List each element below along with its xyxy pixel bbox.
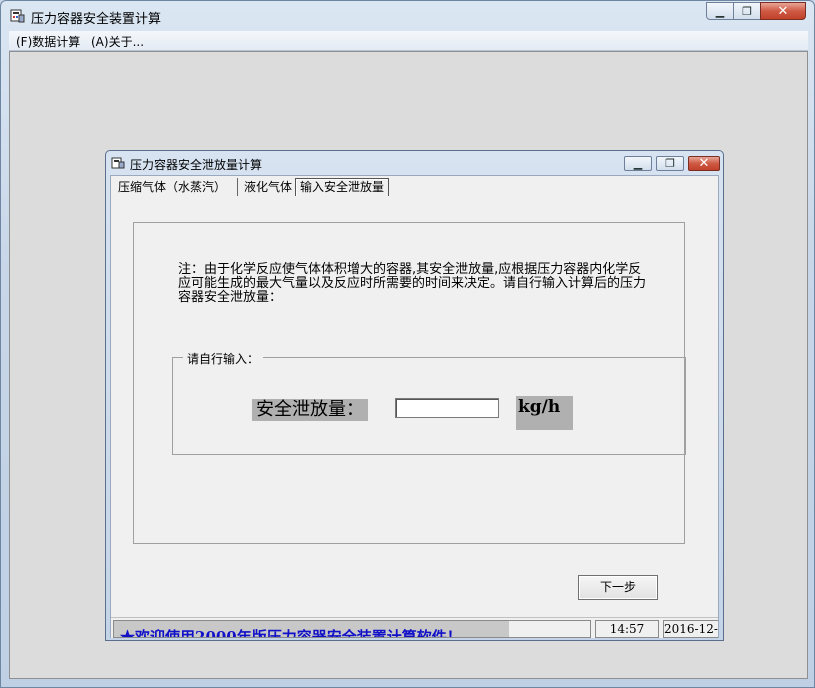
child-minimize-button[interactable]: ▁ <box>624 156 652 171</box>
child-window-title: 压力容器安全泄放量计算 <box>130 158 263 172</box>
tab-panel: 注：由于化学反应使气体体积增大的容器,其安全泄放量,应根据压力容器内化学反应可能… <box>133 222 686 544</box>
title-bar[interactable]: 压力容器安全装置计算 ▁ ❐ ✕ <box>1 1 814 31</box>
child-maximize-button[interactable]: ❐ <box>656 156 684 171</box>
next-button[interactable]: 下一步 <box>578 575 658 600</box>
calculator-app-icon <box>10 9 25 23</box>
relief-amount-input[interactable] <box>395 398 499 418</box>
note-text: 注：由于化学反应使气体体积增大的容器,其安全泄放量,应根据压力容器内化学反应可能… <box>178 262 647 305</box>
minimize-icon: ▁ <box>633 157 643 170</box>
menu-about[interactable]: (A)关于... <box>91 33 144 50</box>
input-group: 请自行输入： 安全泄放量： kg/h <box>172 350 686 455</box>
relief-amount-label: 安全泄放量： <box>252 399 368 421</box>
status-message: ★欢迎使用2000年版压力容器安全装置计算软件！ <box>120 628 462 638</box>
status-bar: ★欢迎使用2000年版压力容器安全装置计算软件！ 14:57 2016-12-1… <box>111 617 718 638</box>
tab-liquefied-gas[interactable]: 液化气体 <box>237 178 296 196</box>
group-label: 请自行输入： <box>183 350 264 367</box>
child-close-button[interactable]: ✕ <box>688 156 720 171</box>
menu-data-calc[interactable]: (F)数据计算 <box>16 33 80 50</box>
status-message-panel: ★欢迎使用2000年版压力容器安全装置计算软件！ <box>113 620 591 638</box>
unit-label: kg/h <box>516 396 573 430</box>
tab-input-relief[interactable]: 输入安全泄放量 <box>295 178 390 196</box>
status-time: 14:57 <box>595 620 659 638</box>
menu-bar: (F)数据计算 (A)关于... <box>9 31 808 51</box>
close-icon: ✕ <box>777 3 789 19</box>
minimize-icon: ▁ <box>715 4 725 18</box>
maximize-button[interactable]: ❐ <box>733 2 761 20</box>
status-date: 2016-12-12 <box>663 620 718 638</box>
window-title: 压力容器安全装置计算 <box>31 12 162 27</box>
calculator-app-icon <box>111 157 125 169</box>
tab-compressed-gas[interactable]: 压缩气体（水蒸汽） <box>114 178 230 196</box>
child-window: 压力容器安全泄放量计算 ▁ ❐ ✕ 压缩气体（水蒸汽） 液化气体 输入安全泄放量… <box>105 150 724 641</box>
close-icon: ✕ <box>698 156 710 171</box>
child-client-area: 压缩气体（水蒸汽） 液化气体 输入安全泄放量 注：由于化学反应使气体体积增大的容… <box>110 175 719 638</box>
minimize-button[interactable]: ▁ <box>706 2 734 20</box>
restore-icon: ❐ <box>665 157 675 170</box>
restore-icon: ❐ <box>742 4 752 18</box>
close-button[interactable]: ✕ <box>760 2 806 20</box>
